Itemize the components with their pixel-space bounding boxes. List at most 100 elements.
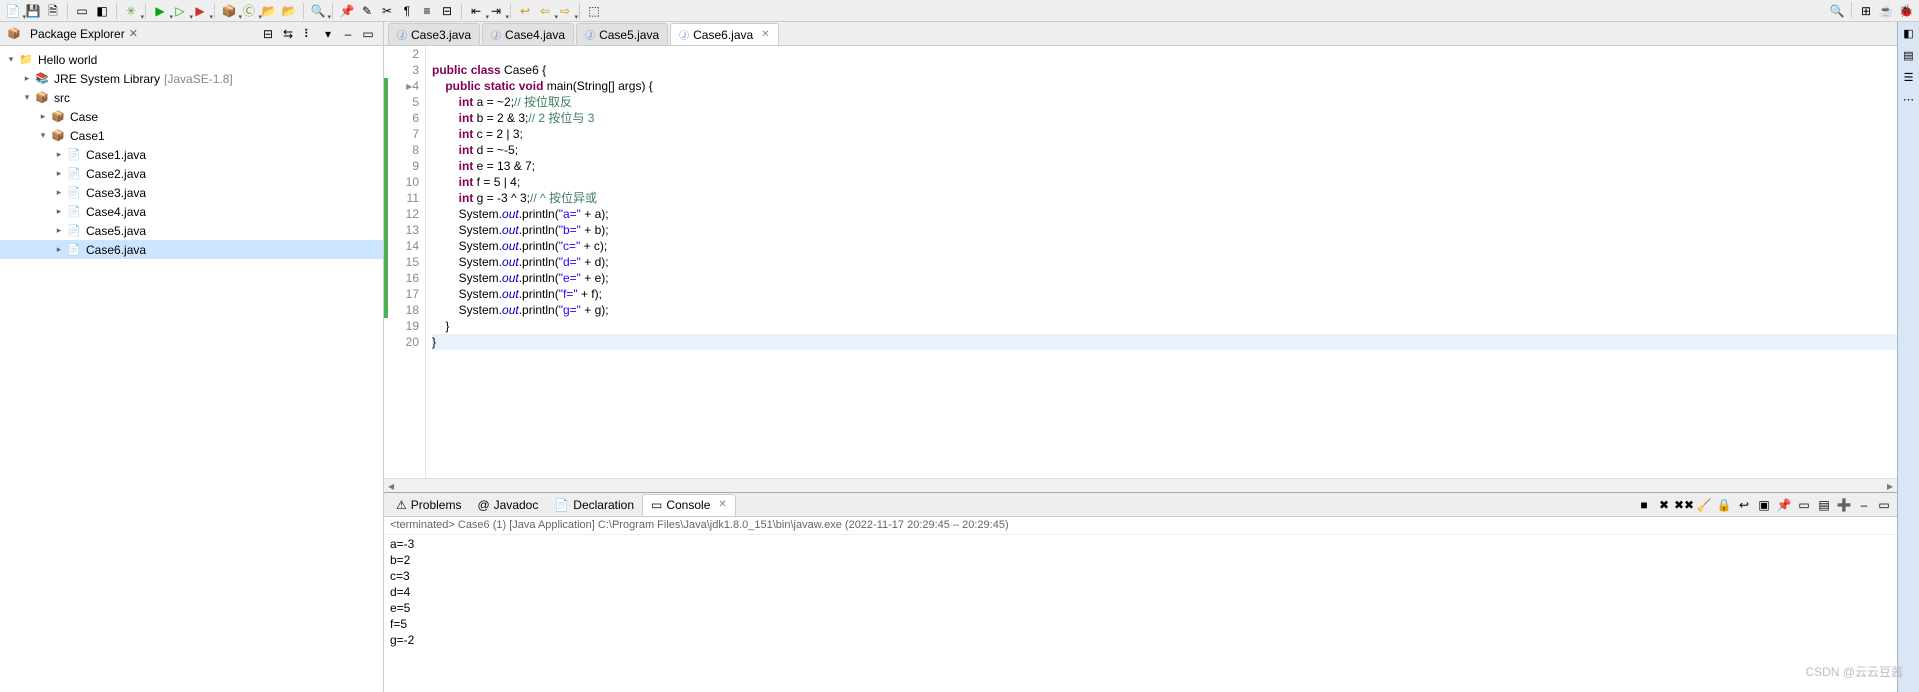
expand-icon[interactable]: ▾ (4, 54, 18, 65)
coverage-button[interactable]: ▷ (171, 2, 189, 20)
maximize-icon[interactable]: ▭ (1875, 496, 1893, 514)
run-button[interactable]: ▶ (151, 2, 169, 20)
task-list-icon[interactable]: ☰ (1900, 68, 1918, 86)
code-editor[interactable]: 23▸4567891011121314151617181920 public c… (384, 46, 1897, 478)
scroll-left-icon[interactable]: ◂ (388, 479, 394, 493)
nav-back2-button[interactable]: ⇦ (536, 2, 554, 20)
expand-icon[interactable]: ▾ (36, 130, 50, 141)
display-icon[interactable]: ▭ (1795, 496, 1813, 514)
tree-file[interactable]: ▸📄Case5.java (0, 221, 383, 240)
tree-project[interactable]: ▾ 📁 Hello world (0, 50, 383, 69)
java-file-icon: Ⓙ (397, 27, 407, 42)
outline-icon[interactable]: ▤ (1900, 46, 1918, 64)
bottom-tab[interactable]: ⚠Problems (388, 494, 469, 516)
word-wrap-icon[interactable]: ↩ (1735, 496, 1753, 514)
expand-icon[interactable]: ▸ (52, 206, 66, 217)
tab-label: Case3.java (411, 28, 471, 42)
debug-button[interactable]: ✳ (122, 2, 140, 20)
quick-access-button[interactable]: 🔍 (1828, 2, 1846, 20)
expand-icon[interactable]: ▸ (52, 187, 66, 198)
list-button[interactable]: ⊟ (438, 2, 456, 20)
collapse-all-icon[interactable]: ⊟ (259, 25, 277, 43)
tab-icon: @ (477, 498, 489, 512)
tree-pkg-case[interactable]: ▸ 📦 Case (0, 107, 383, 126)
tree-file[interactable]: ▸📄Case6.java (0, 240, 383, 259)
pin-button[interactable]: 📌 (338, 2, 356, 20)
cut-button[interactable]: ✂ (378, 2, 396, 20)
expand-icon[interactable]: ▸ (52, 244, 66, 255)
expand-icon[interactable]: ▸ (20, 73, 34, 84)
link-editor-icon[interactable]: ⇆ (279, 25, 297, 43)
show-console-icon[interactable]: ▣ (1755, 496, 1773, 514)
pin-console-icon[interactable]: 📌 (1775, 496, 1793, 514)
expand-icon[interactable]: ▸ (36, 111, 50, 122)
bottom-tab[interactable]: ▭Console✕ (642, 494, 736, 516)
maximize-icon[interactable]: ▭ (359, 25, 377, 43)
close-icon[interactable]: ✕ (129, 27, 138, 40)
open-perspective-button[interactable]: ⊞ (1857, 2, 1875, 20)
expand-icon[interactable]: ▸ (52, 225, 66, 236)
java-perspective-button[interactable]: ☕ (1877, 2, 1895, 20)
editor-tab[interactable]: Ⓙ Case3.java (388, 23, 480, 45)
tab-label: Console (666, 498, 710, 512)
expand-icon[interactable]: ▾ (20, 92, 34, 103)
perspective-button[interactable]: ⬚ (585, 2, 603, 20)
new-class-button[interactable]: Ⓒ (240, 2, 258, 20)
new-console-icon[interactable]: ➕ (1835, 496, 1853, 514)
save-all-button[interactable]: 🗎 (44, 2, 62, 20)
open-task-button[interactable]: 📂 (280, 2, 298, 20)
remove-icon[interactable]: ✖ (1655, 496, 1673, 514)
expand-icon[interactable]: ▸ (52, 168, 66, 179)
bottom-tab[interactable]: @Javadoc (469, 494, 546, 516)
scroll-right-icon[interactable]: ▸ (1887, 479, 1893, 493)
editor-tab[interactable]: ⒿCase6.java✕ (670, 23, 778, 45)
restore-icon[interactable]: ◧ (1900, 24, 1918, 42)
minimize-icon[interactable]: – (1855, 496, 1873, 514)
search-button[interactable]: 🔍 (309, 2, 327, 20)
terminate-icon[interactable]: ■ (1635, 496, 1653, 514)
expand-icon[interactable]: ▸ (52, 149, 66, 160)
indent-button[interactable]: ⇥ (487, 2, 505, 20)
align-button[interactable]: ≡ (418, 2, 436, 20)
toggle-button[interactable]: ◧ (93, 2, 111, 20)
package-explorer-title: Package Explorer (30, 27, 125, 41)
more-icon[interactable]: ⋯ (1900, 90, 1918, 108)
console-output[interactable]: a=-3b=2c=3d=4e=5f=5g=-2 (384, 535, 1897, 692)
save-button[interactable]: 💾 (24, 2, 42, 20)
clear-icon[interactable]: 🧹 (1695, 496, 1713, 514)
editor-tab[interactable]: ⒿCase4.java (482, 23, 574, 45)
tree-file[interactable]: ▸📄Case2.java (0, 164, 383, 183)
tree-pkg-case1[interactable]: ▾ 📦 Case1 (0, 126, 383, 145)
remove-all-icon[interactable]: ✖✖ (1675, 496, 1693, 514)
new-package-button[interactable]: 📦 (220, 2, 238, 20)
open-type-button[interactable]: 📂 (260, 2, 278, 20)
outdent-button[interactable]: ⇤ (467, 2, 485, 20)
nav-back-button[interactable]: ↩ (516, 2, 534, 20)
filter-icon[interactable]: ▾ (319, 25, 337, 43)
build-button[interactable]: ▭ (73, 2, 91, 20)
bottom-tab[interactable]: 📄Declaration (546, 494, 642, 516)
tree-jre[interactable]: ▸ 📚 JRE System Library [JavaSE-1.8] (0, 69, 383, 88)
new-button[interactable]: 📄 (4, 2, 22, 20)
open-console-icon[interactable]: ▤ (1815, 496, 1833, 514)
console-line: e=5 (390, 601, 1891, 617)
nav-fwd-button[interactable]: ⇨ (556, 2, 574, 20)
para-button[interactable]: ¶ (398, 2, 416, 20)
wand-button[interactable]: ✎ (358, 2, 376, 20)
editor-hscroll[interactable]: ◂ ▸ (384, 478, 1897, 492)
tree-file[interactable]: ▸📄Case4.java (0, 202, 383, 221)
java-file-icon: Ⓙ (585, 27, 595, 42)
close-icon[interactable]: ✕ (761, 29, 769, 40)
tree-file[interactable]: ▸📄Case3.java (0, 183, 383, 202)
view-menu-icon[interactable]: ⠇ (299, 25, 317, 43)
debug-perspective-button[interactable]: 🐞 (1897, 2, 1915, 20)
code-area[interactable]: public class Case6 { public static void … (426, 46, 1897, 478)
scroll-lock-icon[interactable]: 🔒 (1715, 496, 1733, 514)
tree-src[interactable]: ▾ 📦 src (0, 88, 383, 107)
package-tree[interactable]: ▾ 📁 Hello world ▸ 📚 JRE System Library [… (0, 46, 383, 692)
minimize-icon[interactable]: – (339, 25, 357, 43)
tree-file[interactable]: ▸📄Case1.java (0, 145, 383, 164)
ext-tools-button[interactable]: ▶ (191, 2, 209, 20)
close-icon[interactable]: ✕ (718, 499, 726, 510)
editor-tab[interactable]: ⒿCase5.java (576, 23, 668, 45)
